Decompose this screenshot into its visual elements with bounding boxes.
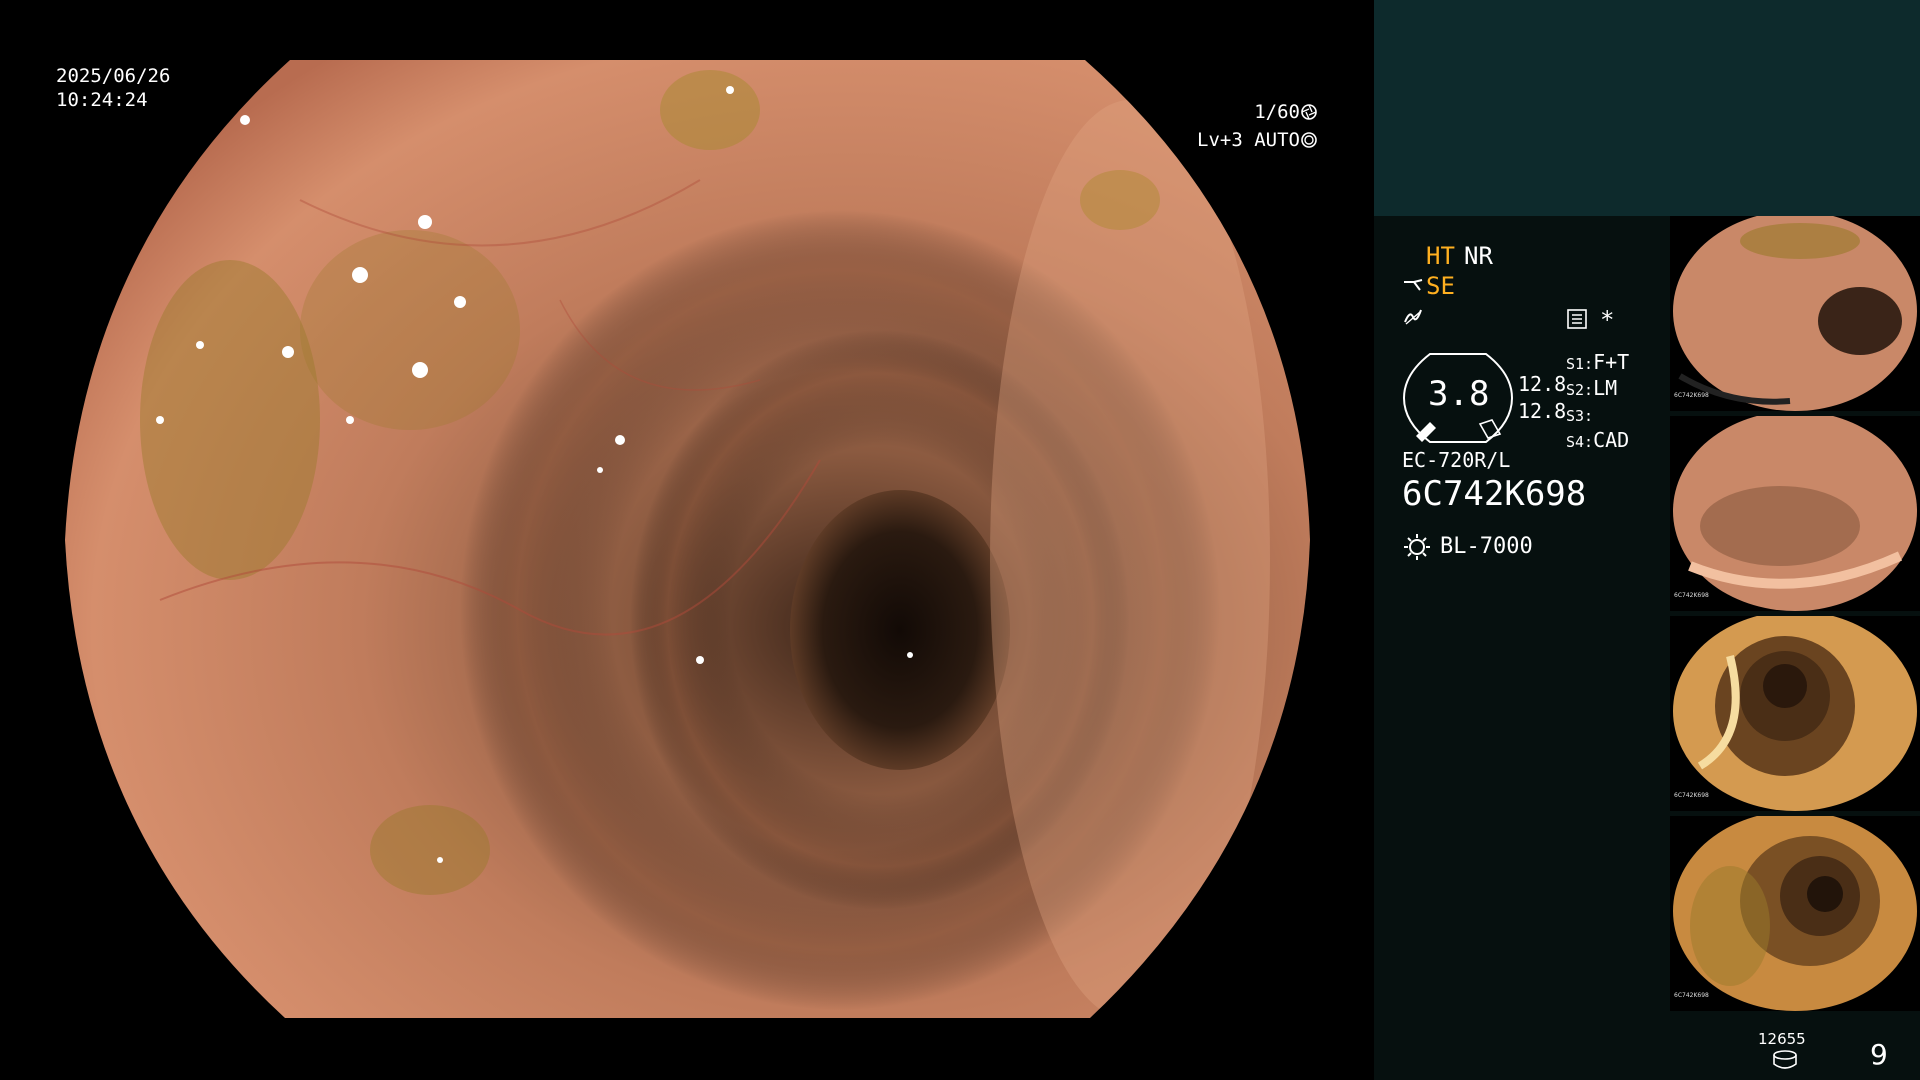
shutter-speed: 1/60 bbox=[1254, 101, 1300, 123]
readout-1: 12.8 bbox=[1518, 372, 1567, 396]
light-source-model: BL-7000 bbox=[1440, 534, 1533, 559]
brightness-value: 3.8 bbox=[1428, 374, 1490, 414]
switch-key: S3: bbox=[1566, 407, 1594, 425]
endoscope-view: 2025/06/26 10:24:24 1/60 Lv+3 AUTO bbox=[0, 0, 1374, 1080]
thumbnail-label: 6C742K698 bbox=[1674, 992, 1709, 999]
switch-key: S1: bbox=[1566, 355, 1594, 373]
metering-icon bbox=[1300, 129, 1318, 151]
storage-icon bbox=[1772, 1050, 1798, 1074]
time-text: 10:24:24 bbox=[56, 89, 148, 111]
switch-key: S4: bbox=[1566, 433, 1594, 451]
info-panel: HT NR SE * 3.8 12.8 12.8 S1:F+T S2:LM S3… bbox=[1374, 0, 1920, 1080]
readout-2: 12.8 bbox=[1518, 399, 1567, 423]
switch-key: S2: bbox=[1566, 381, 1594, 399]
scope-serial: 6C742K698 bbox=[1402, 474, 1587, 514]
storage-count: 12655 bbox=[1758, 1030, 1806, 1048]
level-mode: Lv+3 AUTO bbox=[1197, 129, 1300, 151]
ht-indicator: HT bbox=[1426, 242, 1455, 270]
shutter-row: 1/60 bbox=[1197, 98, 1318, 126]
thumbnail-1[interactable]: 6C742K698 bbox=[1670, 216, 1920, 411]
nr-indicator: NR bbox=[1464, 242, 1493, 270]
switch-row: S3: bbox=[1566, 402, 1629, 428]
light-source-icon bbox=[1402, 532, 1432, 566]
star-indicator: * bbox=[1600, 306, 1615, 334]
endoscopic-image bbox=[65, 60, 1310, 1018]
switch-value: F+T bbox=[1593, 350, 1630, 374]
thumbnail-label: 6C742K698 bbox=[1674, 592, 1709, 599]
switch-value: LM bbox=[1593, 376, 1618, 400]
scope-icon bbox=[1402, 276, 1426, 300]
settings-column: HT NR SE * 3.8 12.8 12.8 S1:F+T S2:LM S3… bbox=[1374, 216, 1888, 1080]
date-text: 2025/06/26 bbox=[56, 65, 171, 87]
level-row: Lv+3 AUTO bbox=[1197, 126, 1318, 154]
thumbnail-4[interactable]: 6C742K698 bbox=[1670, 816, 1920, 1011]
thumbnail-2[interactable]: 6C742K698 bbox=[1670, 416, 1920, 611]
memory-icon bbox=[1566, 308, 1588, 334]
aperture-icon bbox=[1300, 101, 1318, 123]
datetime-readout: 2025/06/26 10:24:24 bbox=[56, 64, 170, 112]
se-indicator: SE bbox=[1426, 272, 1455, 300]
thumbnail-label: 6C742K698 bbox=[1674, 792, 1709, 799]
switch-row: S4:CAD bbox=[1566, 428, 1629, 454]
switch-row: S1:F+T bbox=[1566, 350, 1629, 376]
switch-value: CAD bbox=[1593, 428, 1630, 452]
exposure-readout: 1/60 Lv+3 AUTO bbox=[1197, 98, 1318, 154]
waveform-icon bbox=[1402, 306, 1424, 332]
panel-header-area bbox=[1374, 0, 1920, 216]
image-count: 9 bbox=[1870, 1038, 1888, 1071]
thumbnail-3[interactable]: 6C742K698 bbox=[1670, 616, 1920, 811]
switch-list: S1:F+T S2:LM S3: S4:CAD bbox=[1566, 350, 1629, 454]
switch-row: S2:LM bbox=[1566, 376, 1629, 402]
thumbnail-label: 6C742K698 bbox=[1674, 392, 1709, 399]
scope-model: EC-720R/L bbox=[1402, 448, 1511, 472]
